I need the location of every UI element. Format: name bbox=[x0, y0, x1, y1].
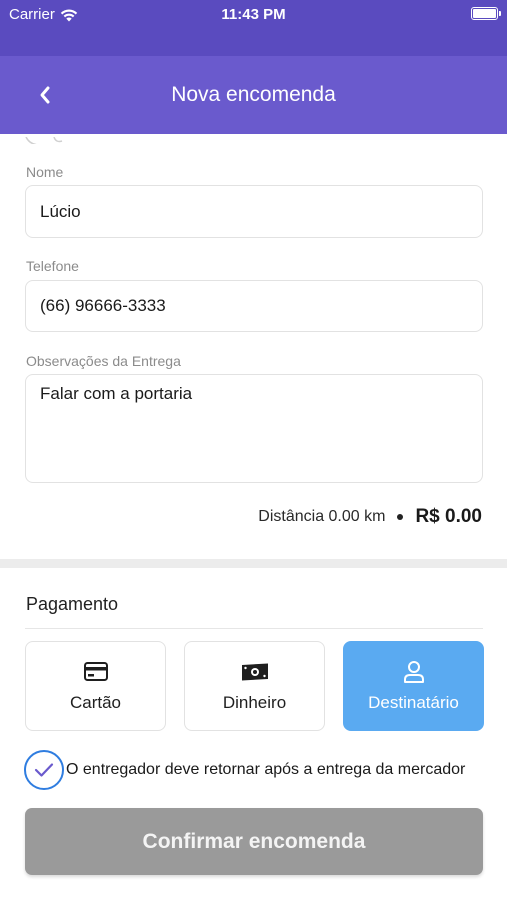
distance-label: Distância 0.00 km bbox=[258, 508, 386, 525]
payment-option-label: Dinheiro bbox=[222, 692, 287, 712]
nav-header: Nova encomenda bbox=[0, 56, 507, 134]
status-time: 11:43 PM bbox=[221, 6, 286, 23]
notes-value: Falar com a portaria bbox=[40, 384, 193, 403]
confirm-order-button[interactable]: Confirmar encomenda bbox=[25, 808, 483, 875]
return-checkbox[interactable] bbox=[24, 750, 64, 790]
price-label: R$ 0.00 bbox=[415, 506, 482, 527]
name-label: Nome bbox=[26, 164, 64, 180]
name-value: Lúcio bbox=[40, 201, 81, 221]
credit-card-icon bbox=[82, 660, 110, 684]
checkmark-icon bbox=[34, 763, 54, 777]
payment-divider bbox=[25, 628, 483, 629]
payment-title: Pagamento bbox=[26, 594, 119, 614]
scrolled-icon-fragment bbox=[18, 134, 68, 144]
payment-option-label: Destinatário bbox=[368, 692, 459, 712]
payment-option-cash[interactable]: Dinheiro bbox=[184, 641, 325, 731]
person-icon bbox=[400, 660, 428, 684]
payment-option-card[interactable]: Cartão bbox=[25, 641, 166, 731]
delivery-summary: Distância 0.00 km R$ 0.00 bbox=[258, 506, 482, 528]
return-option-label: O entregador deve retornar após a entreg… bbox=[66, 761, 466, 778]
phone-value: (66) 96666-3333 bbox=[40, 296, 166, 315]
notes-field[interactable]: Falar com a portaria bbox=[25, 374, 483, 483]
separator-dot bbox=[397, 514, 404, 520]
notes-label: Observações da Entrega bbox=[26, 353, 181, 369]
name-field[interactable]: Lúcio bbox=[25, 185, 483, 238]
payment-option-label: Cartão bbox=[69, 692, 122, 712]
status-bar: Carrier 11:43 PM bbox=[0, 0, 507, 56]
page-title: Nova encomenda bbox=[171, 83, 336, 106]
section-divider bbox=[0, 559, 507, 568]
battery-icon bbox=[471, 7, 501, 20]
return-option-row[interactable]: O entregador deve retornar após a entreg… bbox=[24, 749, 507, 791]
cash-icon bbox=[241, 660, 269, 684]
payment-option-recipient[interactable]: Destinatário bbox=[343, 641, 484, 731]
phone-label: Telefone bbox=[26, 258, 79, 274]
phone-field[interactable]: (66) 96666-3333 bbox=[25, 280, 483, 332]
